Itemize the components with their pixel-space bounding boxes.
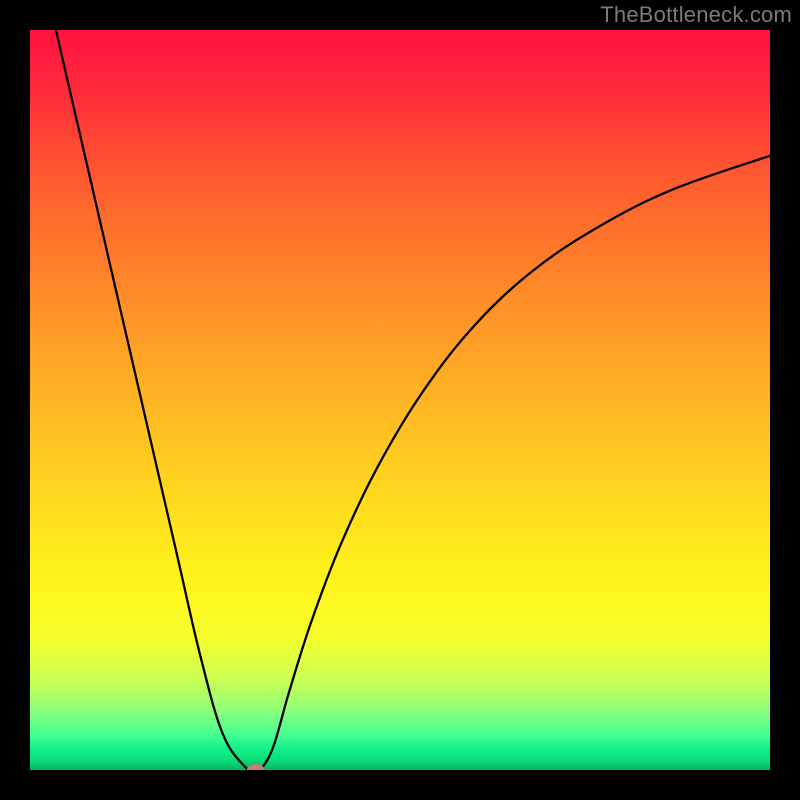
watermark-text: TheBottleneck.com	[600, 2, 792, 28]
chart-svg	[30, 30, 770, 770]
chart-frame: TheBottleneck.com	[0, 0, 800, 800]
plot-area	[30, 30, 770, 770]
